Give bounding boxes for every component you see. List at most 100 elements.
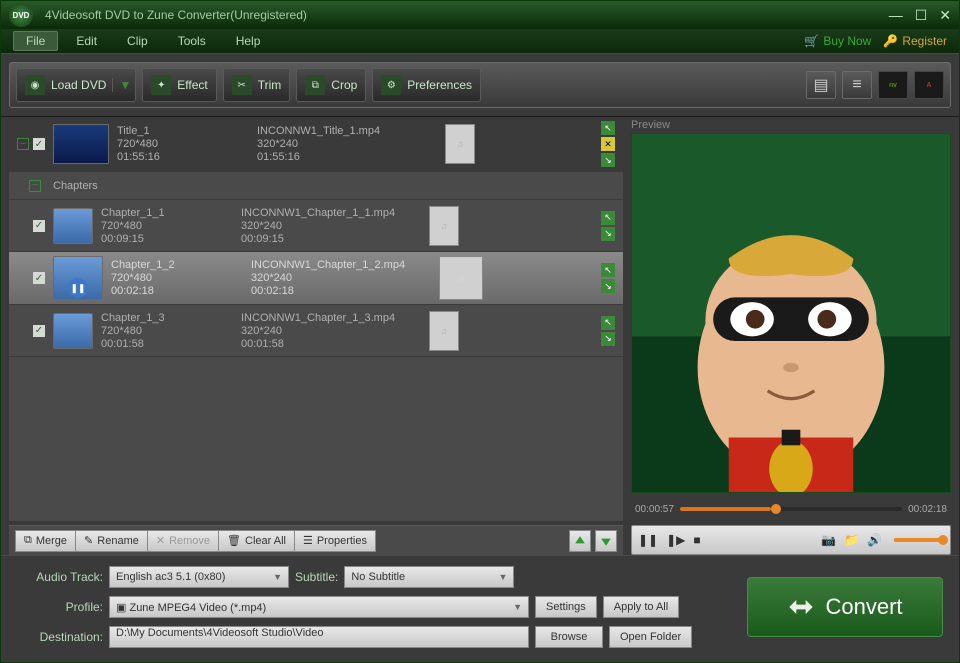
player-controls: ❚❚ ❚▶ ■ 📷 📁 🔊 xyxy=(631,525,951,555)
convert-button[interactable]: Convert xyxy=(747,577,943,637)
merge-icon: ⧉ xyxy=(24,534,32,547)
profile-thumb[interactable]: ♫ xyxy=(439,256,483,300)
chapter-icon xyxy=(53,313,93,349)
row-up-icon[interactable]: ↖ xyxy=(601,263,615,277)
amd-badge: A xyxy=(914,71,944,99)
step-button[interactable]: ❚▶ xyxy=(666,533,685,547)
folder-button[interactable]: 📁 xyxy=(844,533,859,547)
subtitle-select[interactable]: No Subtitle▼ xyxy=(344,566,514,588)
row-up-icon[interactable]: ↖ xyxy=(601,121,615,135)
info-icon: ☰ xyxy=(303,534,313,547)
row-down-icon[interactable]: ↘ xyxy=(601,227,615,241)
list-item[interactable]: ✓ Chapter_1_1 720*480 00:09:15 INCONNW1_… xyxy=(9,200,623,252)
snapshot-button[interactable]: 📷 xyxy=(821,533,836,547)
menu-file[interactable]: File xyxy=(13,31,58,51)
merge-button[interactable]: ⧉Merge xyxy=(15,530,76,552)
open-folder-button[interactable]: Open Folder xyxy=(609,626,692,648)
clear-all-button[interactable]: 🗑Clear All xyxy=(219,530,295,552)
effect-icon: ✦ xyxy=(151,75,171,95)
chapter-icon: ❚❚ xyxy=(53,256,103,300)
window-title: 4Videosoft DVD to Zune Converter(Unregis… xyxy=(45,8,307,22)
progress-slider[interactable] xyxy=(680,507,902,511)
app-logo: DVD xyxy=(9,3,33,27)
preferences-button[interactable]: ⚙ Preferences xyxy=(372,68,481,102)
pause-icon: ❚❚ xyxy=(68,278,88,298)
settings-button[interactable]: Settings xyxy=(535,596,597,618)
close-button[interactable]: ✕ xyxy=(939,7,951,24)
rename-button[interactable]: ✎Rename xyxy=(76,530,148,552)
view-list-button[interactable]: ≡ xyxy=(842,71,872,99)
crop-icon: ⧉ xyxy=(305,75,325,95)
load-dvd-button[interactable]: ◉ Load DVD ▼ xyxy=(16,68,136,102)
profile-select[interactable]: ▣ Zune MPEG4 Video (*.mp4)▼ xyxy=(109,596,529,618)
menu-help[interactable]: Help xyxy=(224,32,273,50)
collapse-icon[interactable]: − xyxy=(17,138,29,150)
toolbar: ◉ Load DVD ▼ ✦ Effect ✂ Trim ⧉ Crop ⚙ Pr… xyxy=(9,62,951,108)
volume-slider[interactable] xyxy=(894,538,944,542)
destination-input[interactable]: D:\My Documents\4Videosoft Studio\Video xyxy=(109,626,529,648)
trash-icon: 🗑 xyxy=(227,534,241,547)
total-time: 00:02:18 xyxy=(908,504,947,515)
title-thumbnail xyxy=(53,124,109,164)
row-down-icon[interactable]: ↘ xyxy=(601,332,615,346)
nvidia-badge: nv xyxy=(878,71,908,99)
view-thumbs-button[interactable]: ▤ xyxy=(806,71,836,99)
row-up-icon[interactable]: ↖ xyxy=(601,316,615,330)
stop-button[interactable]: ■ xyxy=(693,533,700,547)
profile-thumb[interactable]: ♫ xyxy=(445,124,475,164)
menu-edit[interactable]: Edit xyxy=(64,32,109,50)
menu-tools[interactable]: Tools xyxy=(166,32,218,50)
row-up-icon[interactable]: ↖ xyxy=(601,211,615,225)
collapse-icon[interactable]: − xyxy=(29,180,41,192)
profile-thumb[interactable]: ♫ xyxy=(429,206,459,246)
crop-button[interactable]: ⧉ Crop xyxy=(296,68,366,102)
scissors-icon: ✂ xyxy=(232,75,252,95)
apply-all-button[interactable]: Apply to All xyxy=(603,596,679,618)
pause-button[interactable]: ❚❚ xyxy=(638,533,658,547)
x-icon: ✕ xyxy=(156,534,165,547)
maximize-button[interactable]: ☐ xyxy=(915,7,928,24)
chapters-header[interactable]: − Chapters xyxy=(9,172,623,200)
register-link[interactable]: 🔑Register xyxy=(883,34,947,48)
row-down-icon[interactable]: ↘ xyxy=(601,279,615,293)
move-down-button[interactable] xyxy=(595,530,617,552)
profile-thumb[interactable]: ♫ xyxy=(429,311,459,351)
chevron-down-icon[interactable]: ▼ xyxy=(112,78,131,92)
chapter-checkbox[interactable]: ✓ xyxy=(33,325,45,337)
menu-clip[interactable]: Clip xyxy=(115,32,160,50)
row-down-icon[interactable]: ↘ xyxy=(601,153,615,167)
chevron-down-icon: ▼ xyxy=(513,602,522,612)
volume-icon[interactable]: 🔊 xyxy=(867,533,882,547)
pencil-icon: ✎ xyxy=(84,534,93,547)
convert-icon xyxy=(787,593,815,621)
minimize-button[interactable]: — xyxy=(889,7,903,24)
buy-now-link[interactable]: 🛒Buy Now xyxy=(804,34,871,48)
move-up-button[interactable] xyxy=(569,530,591,552)
preview-video xyxy=(631,133,951,493)
title-row[interactable]: − ✓ Title_1 720*480 01:55:16 INCONNW1_Ti… xyxy=(9,117,623,172)
list-item[interactable]: ✓ ❚❚ Chapter_1_2 720*480 00:02:18 INCONN… xyxy=(9,252,623,305)
file-list: − ✓ Title_1 720*480 01:55:16 INCONNW1_Ti… xyxy=(9,117,623,521)
list-toolbar: ⧉Merge ✎Rename ✕Remove 🗑Clear All ☰Prope… xyxy=(9,525,623,555)
chapter-icon xyxy=(53,208,93,244)
titlebar: DVD 4Videosoft DVD to Zune Converter(Unr… xyxy=(1,1,959,29)
remove-button[interactable]: ✕Remove xyxy=(148,530,219,552)
timeline: 00:00:57 00:02:18 xyxy=(631,497,951,521)
list-item[interactable]: ✓ Chapter_1_3 720*480 00:01:58 INCONNW1_… xyxy=(9,305,623,357)
chevron-down-icon: ▼ xyxy=(498,572,507,582)
dvd-icon: ◉ xyxy=(25,75,45,95)
chapter-checkbox[interactable]: ✓ xyxy=(33,272,45,284)
key-icon: 🔑 xyxy=(883,34,898,48)
audio-track-select[interactable]: English ac3 5.1 (0x80)▼ xyxy=(109,566,289,588)
row-remove-icon[interactable]: ✕ xyxy=(601,137,615,151)
browse-button[interactable]: Browse xyxy=(535,626,603,648)
cart-icon: 🛒 xyxy=(804,34,819,48)
gear-icon: ⚙ xyxy=(381,75,401,95)
trim-button[interactable]: ✂ Trim xyxy=(223,68,291,102)
chapter-checkbox[interactable]: ✓ xyxy=(33,220,45,232)
title-duration: 01:55:16 xyxy=(117,151,257,163)
properties-button[interactable]: ☰Properties xyxy=(295,530,376,552)
title-checkbox[interactable]: ✓ xyxy=(33,138,45,150)
title-out-res: 320*240 xyxy=(257,138,437,150)
effect-button[interactable]: ✦ Effect xyxy=(142,68,216,102)
